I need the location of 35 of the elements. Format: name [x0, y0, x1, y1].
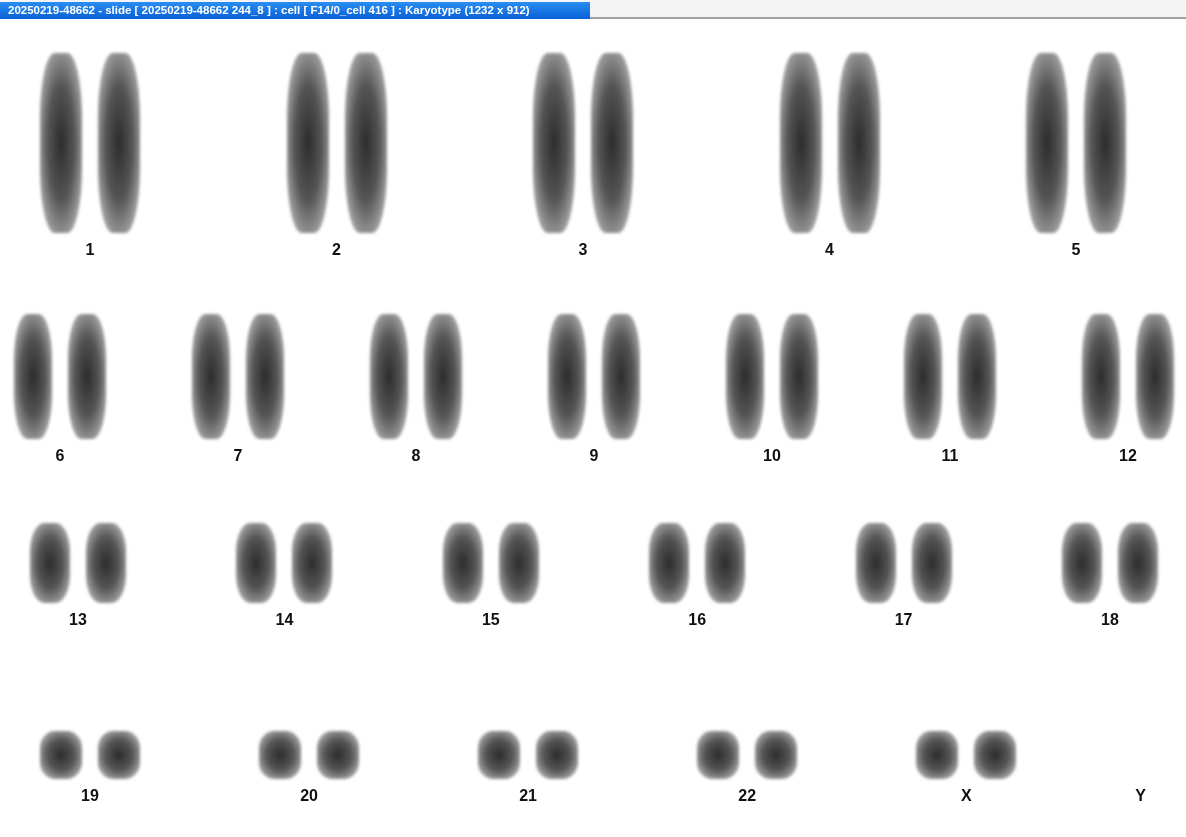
chromosome-label: 19 — [81, 787, 99, 805]
chromosome-image — [697, 731, 740, 779]
chromosome-label: 3 — [578, 241, 588, 259]
chromosome-label: 2 — [332, 241, 341, 259]
chromosome-label: 20 — [300, 787, 318, 805]
chromosome-label: 6 — [55, 447, 65, 465]
chromosome-label: 14 — [275, 611, 294, 629]
chromosome-label: 10 — [763, 447, 781, 465]
chromosome-label: 9 — [589, 447, 599, 465]
chromosome-label: 5 — [1071, 241, 1081, 259]
chromosome-label: 21 — [519, 787, 537, 805]
chromosome-label: 1 — [85, 241, 95, 259]
chromosome-image — [478, 731, 521, 779]
chromosome-image — [40, 731, 82, 779]
chromosome-label: X — [960, 787, 972, 805]
window-title: 20250219-48662 - slide [ 20250219-48662 244_8 ] : cell [ F14/0_cell 416 ] : Karyotype (1232 x 912) — [0, 2, 590, 19]
chromosome-image — [916, 731, 959, 779]
chromosome-image — [536, 731, 579, 779]
chromosome-image — [259, 731, 302, 779]
chromosome-label: 15 — [481, 611, 500, 629]
chromosome-label: 18 — [1101, 611, 1119, 629]
chromosome-label: 8 — [411, 447, 421, 465]
chromosome-image — [317, 731, 360, 779]
chromosome-image — [98, 731, 140, 779]
chromosome-label: 17 — [894, 611, 913, 629]
chromosome-label: 12 — [1119, 447, 1137, 465]
chromosome-label: 11 — [941, 447, 959, 465]
chromosome-label: 4 — [825, 241, 834, 259]
chromosome-image — [974, 731, 1017, 779]
chromosome-label: 13 — [69, 611, 87, 629]
chromosome-image — [755, 731, 798, 779]
chromosome-label: 22 — [738, 787, 757, 805]
chromosome-label: Y — [1135, 787, 1146, 805]
chromosome-label: 16 — [688, 611, 707, 629]
chromosome-label: 7 — [233, 447, 243, 465]
